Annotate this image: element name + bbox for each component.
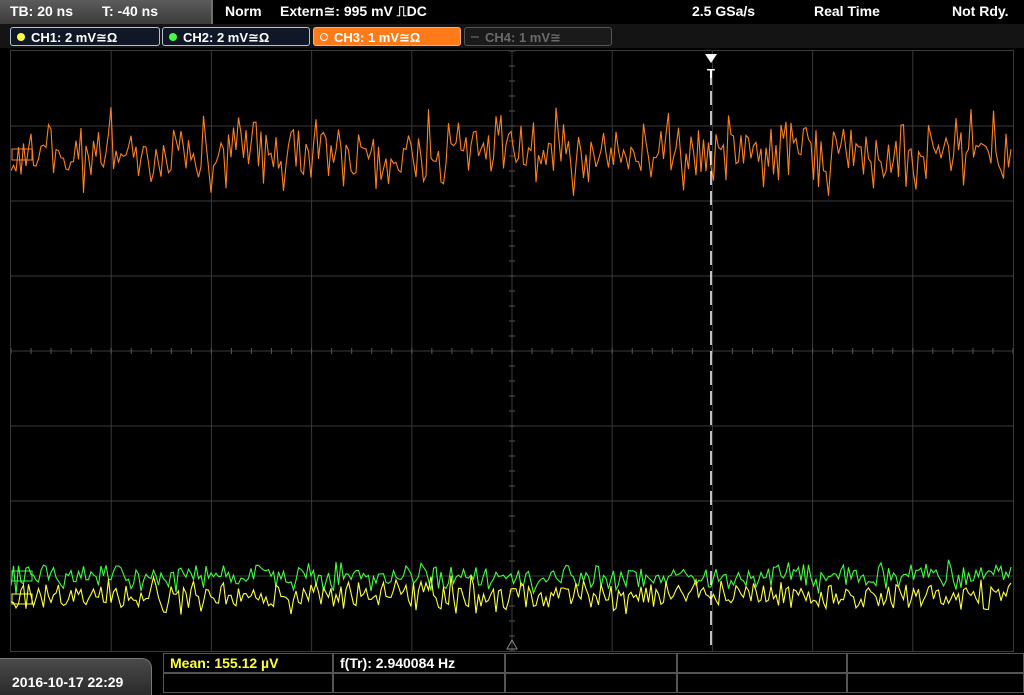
- ch1-indicator-icon: [17, 33, 25, 41]
- datetime-box[interactable]: 2016-10-17 22:29: [0, 658, 152, 695]
- status-bar: TB: 20 ns T: -40 ns Norm Extern≅: 995 mV…: [0, 0, 1024, 24]
- ch4-indicator-icon: [471, 36, 479, 38]
- ch1-label: CH1: 2 mV≅Ω: [31, 30, 118, 45]
- waveform-canvas[interactable]: T: [11, 51, 1013, 651]
- ch3-indicator-icon: [320, 33, 328, 41]
- timebase-box[interactable]: TB: 20 ns T: -40 ns: [0, 0, 213, 24]
- channel-tab-ch3[interactable]: CH3: 1 mV≅Ω: [313, 27, 461, 46]
- ch4-label: CH4: 1 mV≅: [485, 30, 561, 45]
- ch2-indicator-icon: [169, 33, 177, 41]
- measurement-cell-empty-2[interactable]: [677, 653, 847, 673]
- measurement-cell-empty-4[interactable]: [163, 673, 333, 693]
- channel-tab-ch1[interactable]: CH1: 2 mV≅Ω: [10, 27, 160, 46]
- acquisition-mode[interactable]: Real Time: [814, 3, 880, 19]
- trigger-position-icon[interactable]: [705, 54, 717, 63]
- measurement-cell-empty-6[interactable]: [505, 673, 677, 693]
- frequency-measurement: f(Tr): 2.940084 Hz: [340, 655, 456, 671]
- ch1-trace: [11, 574, 1012, 615]
- measurement-cell-empty-1[interactable]: [505, 653, 677, 673]
- trigger-time-label: T: -40 ns: [102, 3, 159, 19]
- ch3-label: CH3: 1 mV≅Ω: [334, 30, 421, 45]
- ch2-label: CH2: 2 mV≅Ω: [183, 30, 270, 45]
- mean-measurement: Mean: 155.12 µV: [170, 655, 279, 671]
- trigger-status: Not Rdy.: [952, 3, 1009, 19]
- trigger-source[interactable]: Extern≅: 995 mV ⎍DC: [280, 3, 427, 20]
- timebase-label: TB: 20 ns: [10, 3, 74, 19]
- measurement-cell-empty-7[interactable]: [677, 673, 847, 693]
- channel-bar: CH1: 2 mV≅Ω CH2: 2 mV≅Ω CH3: 1 mV≅Ω CH4:…: [0, 24, 1024, 48]
- trigger-marker-label: T: [707, 66, 715, 81]
- ch1-offset-marker-icon[interactable]: [11, 593, 33, 605]
- measurement-cell-empty-8[interactable]: [847, 673, 1024, 693]
- waveform-display[interactable]: T: [10, 50, 1014, 652]
- ch3-trace: [11, 107, 1012, 196]
- channel-tab-ch4[interactable]: CH4: 1 mV≅: [464, 27, 612, 46]
- trigger-mode[interactable]: Norm: [225, 3, 262, 19]
- datetime-label: 2016-10-17 22:29: [12, 674, 124, 690]
- measurement-cell-empty-5[interactable]: [333, 673, 505, 693]
- sample-rate: 2.5 GSa/s: [692, 3, 756, 19]
- channel-tab-ch2[interactable]: CH2: 2 mV≅Ω: [162, 27, 310, 46]
- measurement-cell-empty-3[interactable]: [847, 653, 1024, 673]
